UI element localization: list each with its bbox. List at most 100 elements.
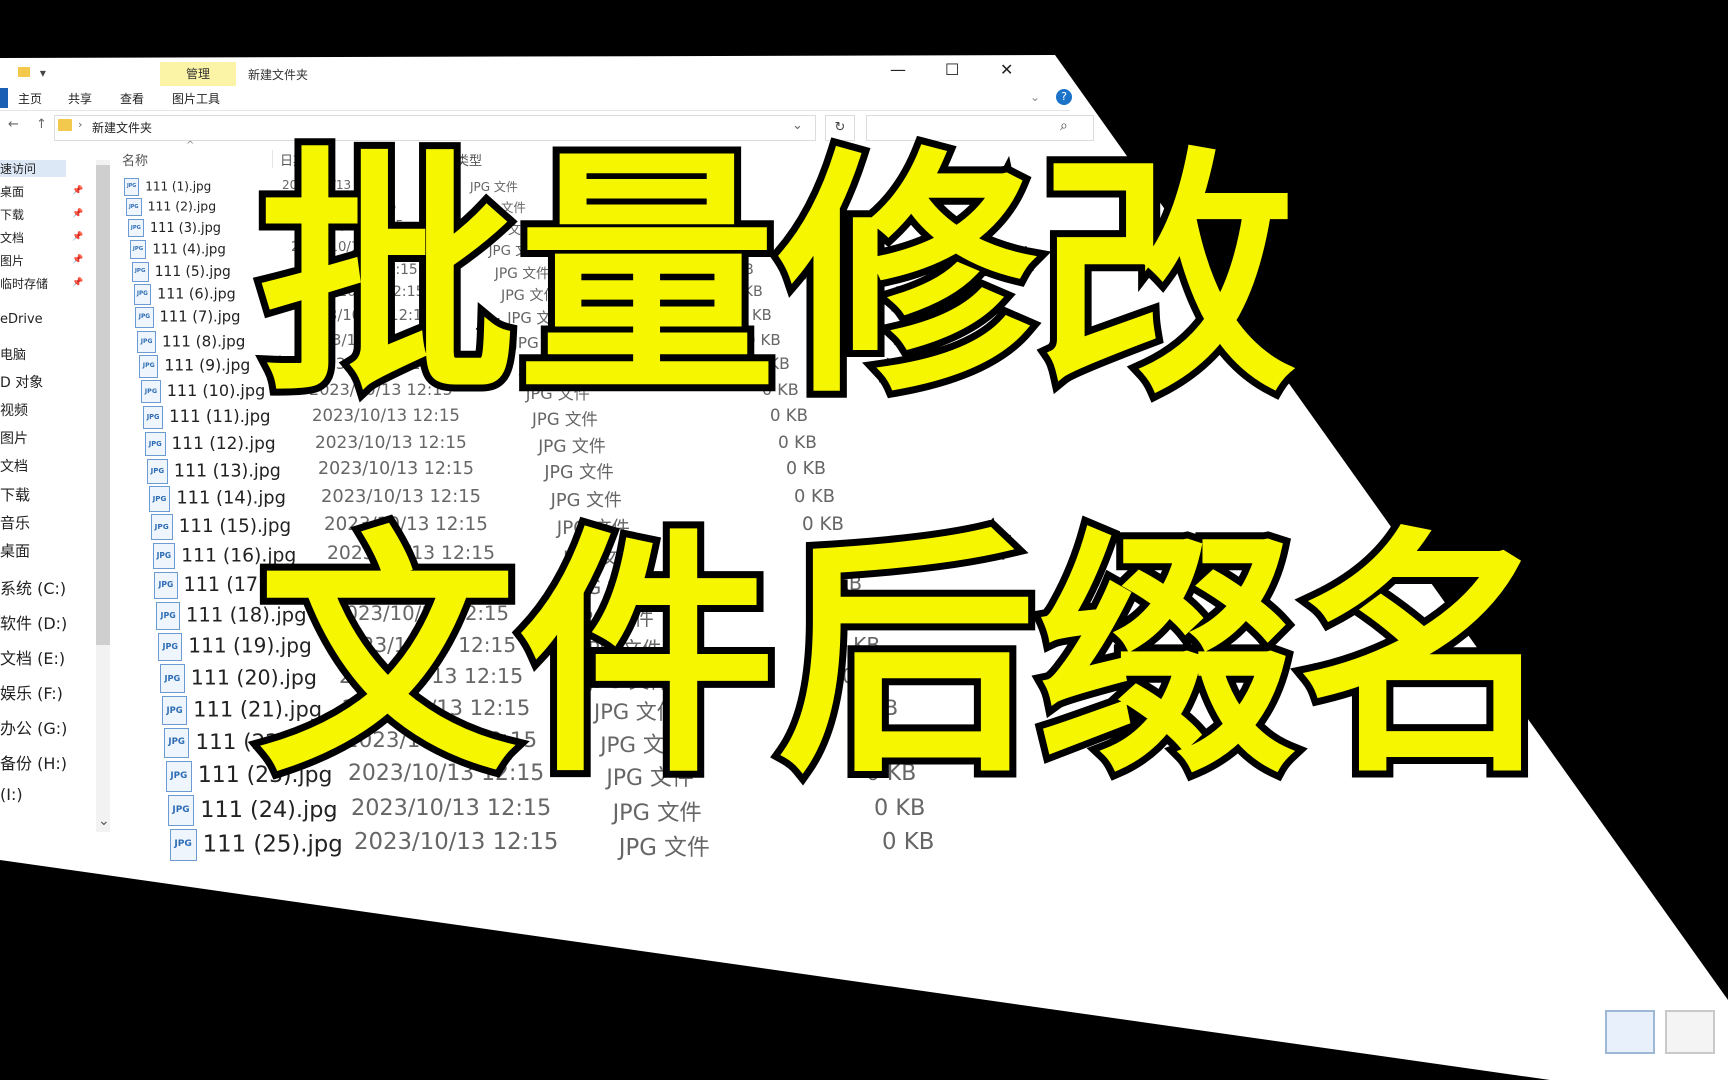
file-row[interactable]: JPG 111 (13).jpg: [146, 458, 281, 484]
file-row[interactable]: JPG 111 (3).jpg: [127, 218, 221, 238]
jpg-file-icon: JPG: [156, 602, 180, 630]
caption-line-2: 文件后缀名: [251, 507, 1563, 807]
chevron-down-icon[interactable]: ⌄: [1030, 90, 1040, 104]
help-icon[interactable]: ?: [1056, 89, 1072, 105]
file-row[interactable]: JPG 111 (11).jpg: [143, 405, 271, 430]
jpg-file-icon: JPG: [162, 695, 188, 726]
file-row[interactable]: JPG 111 (9).jpg: [139, 355, 251, 378]
ribbon-bar: [0, 88, 1070, 111]
large-icons-view-icon[interactable]: [1665, 1010, 1715, 1054]
jpg-file-icon: JPG: [125, 198, 142, 217]
jpg-file-icon: JPG: [137, 331, 156, 353]
sidebar-item[interactable]: 娱乐 (F:): [0, 680, 63, 704]
pin-icon: 📌: [72, 232, 84, 242]
sidebar-item[interactable]: D 对象: [0, 372, 43, 392]
ribbon-tab-picture-tools[interactable]: 图片工具: [172, 90, 220, 107]
jpg-file-icon: JPG: [150, 514, 173, 541]
file-size: 0 KB: [778, 432, 817, 453]
sidebar-item[interactable]: 桌面: [0, 540, 30, 561]
quick-access-toolbar[interactable]: ▾: [0, 66, 46, 80]
caption-line-1: 批量修改: [251, 127, 1303, 427]
window-title: 新建文件夹: [248, 68, 309, 82]
pin-icon: 📌: [72, 255, 84, 265]
sidebar-item[interactable]: 文档: [0, 229, 24, 246]
sidebar-item[interactable]: 图片: [0, 428, 28, 448]
file-type: JPG 文件: [538, 436, 606, 457]
sidebar-item[interactable]: 软件 (D:): [0, 610, 67, 634]
sidebar-item[interactable]: 系统 (C:): [0, 575, 66, 599]
ribbon-tab-home[interactable]: 主页: [18, 90, 42, 107]
sidebar-item[interactable]: 文档: [0, 456, 28, 476]
sidebar-item[interactable]: 办公 (G:): [0, 715, 67, 739]
file-size: 0 KB: [786, 458, 826, 479]
sidebar-item[interactable]: 图片: [0, 252, 24, 269]
jpg-file-icon: JPG: [124, 178, 140, 196]
file-type: JPG 文件: [544, 462, 614, 483]
pin-icon: 📌: [72, 186, 84, 196]
sidebar-item[interactable]: 下载: [0, 484, 30, 505]
file-row[interactable]: JPG 111 (5).jpg: [131, 261, 231, 282]
view-switcher: [1605, 1010, 1715, 1070]
file-name: 111 (9).jpg: [164, 357, 251, 375]
ribbon-file-tab[interactable]: [0, 88, 8, 108]
close-icon[interactable]: ✕: [1000, 60, 1013, 79]
sidebar-item[interactable]: 下载: [0, 206, 24, 223]
file-name: 111 (5).jpg: [154, 263, 231, 280]
file-row[interactable]: JPG 111 (7).jpg: [135, 307, 241, 329]
file-row[interactable]: JPG 111 (4).jpg: [129, 239, 226, 260]
folder-icon: [58, 119, 72, 131]
pin-icon: 📌: [72, 278, 84, 288]
ribbon-tab-share[interactable]: 共享: [68, 90, 92, 107]
file-name: 111 (7).jpg: [159, 308, 241, 326]
chevron-down-icon[interactable]: ▾: [40, 66, 46, 80]
file-name: 111 (13).jpg: [173, 461, 281, 482]
file-row[interactable]: JPG 111 (8).jpg: [137, 331, 245, 353]
file-row[interactable]: JPG 111 (2).jpg: [125, 198, 217, 217]
jpg-file-icon: JPG: [133, 284, 152, 305]
sidebar-item[interactable]: 电脑: [0, 344, 26, 363]
sidebar-item[interactable]: (I:): [0, 785, 23, 804]
sidebar-item[interactable]: 桌面: [0, 183, 24, 200]
jpg-file-icon: JPG: [163, 728, 190, 759]
file-date: 2023/10/13 12:15: [318, 458, 474, 479]
file-size: 0 KB: [794, 486, 835, 508]
file-name: 111 (1).jpg: [145, 179, 212, 194]
sidebar-item[interactable]: 临时存储: [0, 275, 48, 292]
ribbon-context-tab-manage[interactable]: 管理: [160, 62, 236, 86]
file-date: 2023/10/13 12:15: [321, 486, 481, 508]
file-row[interactable]: JPG 111 (10).jpg: [141, 380, 265, 404]
chevron-down-icon[interactable]: ⌄: [98, 813, 110, 829]
jpg-file-icon: JPG: [152, 543, 176, 570]
jpg-file-icon: JPG: [169, 829, 197, 861]
file-row[interactable]: JPG 111 (1).jpg: [124, 178, 211, 196]
jpg-file-icon: JPG: [165, 761, 192, 792]
file-name: 111 (25).jpg: [202, 831, 343, 858]
sidebar-item[interactable]: 音乐: [0, 512, 30, 533]
sidebar-item[interactable]: 视频: [0, 400, 28, 420]
file-row[interactable]: JPG 111 (12).jpg: [144, 432, 276, 457]
sort-chevron-up-icon: ^: [186, 140, 195, 151]
sidebar-item[interactable]: eDrive: [0, 312, 43, 327]
up-arrow-icon[interactable]: ↑: [36, 117, 47, 132]
chevron-right-icon[interactable]: ›: [78, 118, 82, 131]
jpg-file-icon: JPG: [129, 239, 147, 260]
minimize-icon[interactable]: —: [890, 60, 906, 79]
navigation-pane: 速访问 桌面 📌 下载 📌 文档 📌 图片 📌 临时存储 📌 eDrive 电脑 D 对象 视频 图片 文档 下载…: [0, 156, 95, 856]
jpg-file-icon: JPG: [146, 458, 168, 484]
sidebar-item[interactable]: 备份 (H:): [0, 750, 67, 774]
jpg-file-icon: JPG: [144, 432, 166, 457]
details-view-icon[interactable]: [1605, 1010, 1655, 1054]
ribbon-tab-view[interactable]: 查看: [120, 90, 144, 107]
sidebar-item[interactable]: 速访问: [0, 160, 67, 177]
maximize-icon[interactable]: ☐: [945, 60, 959, 79]
file-name: 111 (2).jpg: [147, 198, 217, 214]
sidebar-item[interactable]: 文档 (E:): [0, 645, 65, 669]
folder-icon: [18, 67, 30, 77]
back-arrow-icon[interactable]: ←: [8, 117, 19, 132]
sidebar-scrollbar-thumb[interactable]: [96, 165, 110, 645]
file-size: 0 KB: [882, 829, 935, 856]
column-header-name[interactable]: 名称: [122, 150, 148, 169]
file-row[interactable]: JPG 111 (6).jpg: [133, 284, 236, 305]
jpg-file-icon: JPG: [131, 261, 149, 282]
file-row[interactable]: JPG 111 (25).jpg: [169, 829, 343, 861]
